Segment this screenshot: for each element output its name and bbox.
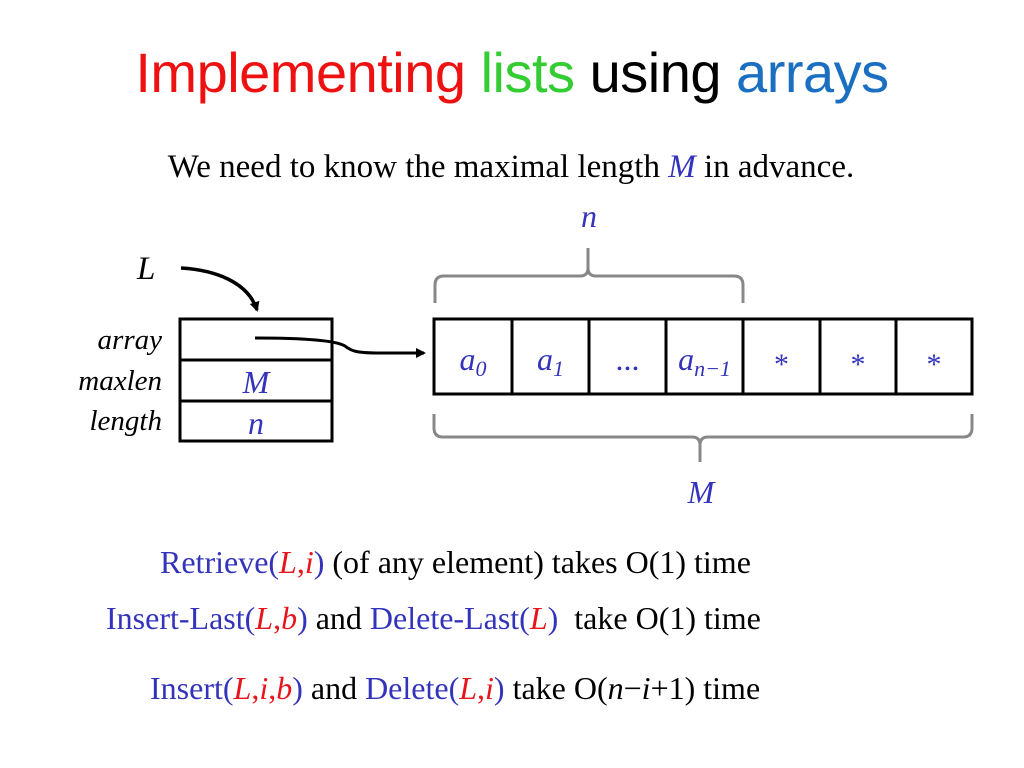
pointer-arrow-l: [180, 266, 260, 312]
operation-text-segment: take O(: [504, 670, 608, 706]
operation-text-segment: ): [547, 600, 559, 636]
operation-text-segment: Delete(: [365, 670, 460, 706]
field-value-maxlen: M: [242, 364, 270, 400]
operation-text-segment: L: [279, 544, 297, 580]
array-pointer-arrow: [254, 336, 426, 358]
operation-text-segment: ,: [477, 670, 486, 706]
cell-base: *: [926, 348, 942, 381]
brace-top-n: [433, 248, 745, 303]
cell-base: *: [774, 348, 789, 381]
operation-text-segment: ,: [268, 670, 277, 706]
operation-text-segment: b: [276, 670, 293, 706]
field-label-length: length: [89, 405, 163, 437]
brace-label-m: M: [687, 474, 715, 510]
operation-text-segment: ): [493, 670, 505, 706]
cell-base: *: [850, 348, 866, 381]
brace-bottom-m: [432, 414, 974, 462]
field-label-maxlen: maxlen: [78, 365, 162, 397]
operation-text-segment: i: [641, 670, 651, 706]
operation-text-segment: Retrieve(: [160, 544, 280, 580]
operation-text-segment: L: [255, 600, 274, 636]
operation-text-segment: i: [304, 544, 314, 580]
array-cell-value: ...: [589, 334, 666, 384]
operation-text-segment: and: [307, 600, 370, 636]
operation-text-segment: −: [623, 670, 642, 706]
operation-text-segment: ): [313, 544, 325, 580]
pointer-label-l: L: [137, 251, 156, 287]
operation-text-segment: +1) time: [650, 670, 761, 706]
cell-base: a: [459, 341, 476, 377]
array-cell-value: a0: [434, 334, 512, 384]
array-cell-value: *: [743, 340, 820, 390]
operation-text-segment: Delete-Last(: [369, 600, 530, 636]
operation-text-segment: Insert(: [150, 670, 234, 706]
operation-text-segment: L: [233, 670, 252, 706]
cell-base: ...: [615, 341, 640, 377]
array-cell-value: an−1: [666, 334, 743, 384]
operation-text-segment: i: [485, 670, 494, 706]
operation-text-segment: Insert-Last(: [106, 600, 256, 636]
cell-base: a: [678, 341, 695, 377]
operation-insert-delete-last: Insert-Last(L,b) and Delete-Last(L) take…: [0, 598, 1024, 638]
operation-text-segment: ): [292, 670, 303, 706]
operation-text-segment: ,: [296, 544, 305, 580]
operation-text-segment: i: [259, 670, 269, 706]
operation-retrieve: Retrieve(L,i) (of any element) takes O(1…: [0, 542, 1024, 582]
cell-base: a: [537, 341, 553, 377]
array-cell-value: a1: [512, 334, 589, 384]
cell-subscript: n−1: [694, 356, 731, 381]
field-value-length: n: [248, 405, 264, 441]
operation-text-segment: (of any element) takes O(1) time: [324, 544, 751, 580]
operation-text-segment: ,: [273, 600, 282, 636]
operation-text-segment: L: [529, 600, 548, 636]
brace-label-n: n: [581, 198, 597, 234]
cell-subscript: 0: [475, 356, 487, 381]
operation-text-segment: b: [281, 600, 298, 636]
operation-text-segment: ): [297, 600, 308, 636]
array-cell-value: *: [896, 340, 972, 390]
operation-text-segment: L: [459, 670, 478, 706]
operation-text-segment: n: [607, 670, 624, 706]
array-cell-value: *: [820, 340, 896, 390]
cell-subscript: 1: [553, 356, 564, 381]
operation-text-segment: and: [302, 670, 366, 706]
field-label-array: array: [97, 324, 162, 356]
operation-text-segment: take O(1) time: [558, 600, 761, 636]
operation-insert-delete: Insert(L,i,b) and Delete(L,i) take O(n−i…: [0, 668, 1024, 708]
